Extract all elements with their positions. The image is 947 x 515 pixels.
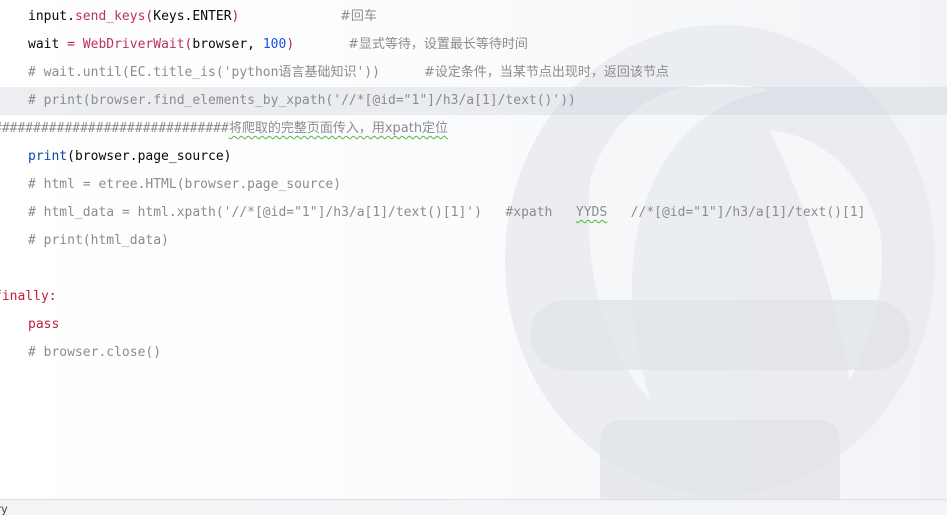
code-comment: #显式等待，设置最长等待时间 [348,37,528,52]
code-comment: #设定条件，当某节点出现时，返回该节点 [424,65,669,80]
code-line[interactable]: finally: [0,283,947,311]
code-line[interactable]: # browser.close() [0,339,947,367]
code-line-current[interactable]: # print(browser.find_elements_by_xpath('… [0,87,947,115]
code-line[interactable]: input.send_keys(Keys.ENTER) #回车 [0,3,947,31]
code-text: # html = etree.HTML(browser.page_source) [28,177,342,192]
keyword-finally: finally: [0,289,57,304]
code-line-empty[interactable] [0,255,947,283]
code-comment: #回车 [340,9,377,24]
code-text: ##############################将爬取的完整页面传入… [0,121,449,136]
code-text: # browser.close() [28,345,162,360]
code-editor[interactable]: input.send_keys(Keys.ENTER) #回车 wait = W… [0,0,947,515]
keyword-pass: pass [28,317,60,332]
code-line[interactable]: # html = etree.HTML(browser.page_source) [0,171,947,199]
code-lines: input.send_keys(Keys.ENTER) #回车 wait = W… [0,3,947,367]
code-line[interactable]: # html_data = html.xpath('//*[@id="1"]/h… [0,199,947,227]
code-line[interactable]: pass [0,311,947,339]
code-line[interactable]: # wait.until(EC.title_is('python语言基础知识')… [0,59,947,87]
code-line[interactable]: wait = WebDriverWait(browser, 100) #显式等待… [0,31,947,59]
code-line[interactable]: # print(html_data) [0,227,947,255]
code-line[interactable]: print(browser.page_source) [0,143,947,171]
code-text: print(browser.page_source) [28,149,232,164]
breadcrumb-item[interactable]: try [0,502,7,515]
code-text: wait = WebDriverWait(browser, 100) [28,37,295,52]
breadcrumb-bar: try [0,500,947,515]
code-text: input.send_keys(Keys.ENTER) [28,9,240,24]
code-text: # print(browser.find_elements_by_xpath('… [28,93,576,108]
code-text: # html_data = html.xpath('//*[@id="1"]/h… [28,205,866,220]
code-text: # wait.until(EC.title_is('python语言基础知识')… [28,65,380,80]
code-line[interactable]: ##############################将爬取的完整页面传入… [0,115,947,143]
code-text: # print(html_data) [28,233,169,248]
